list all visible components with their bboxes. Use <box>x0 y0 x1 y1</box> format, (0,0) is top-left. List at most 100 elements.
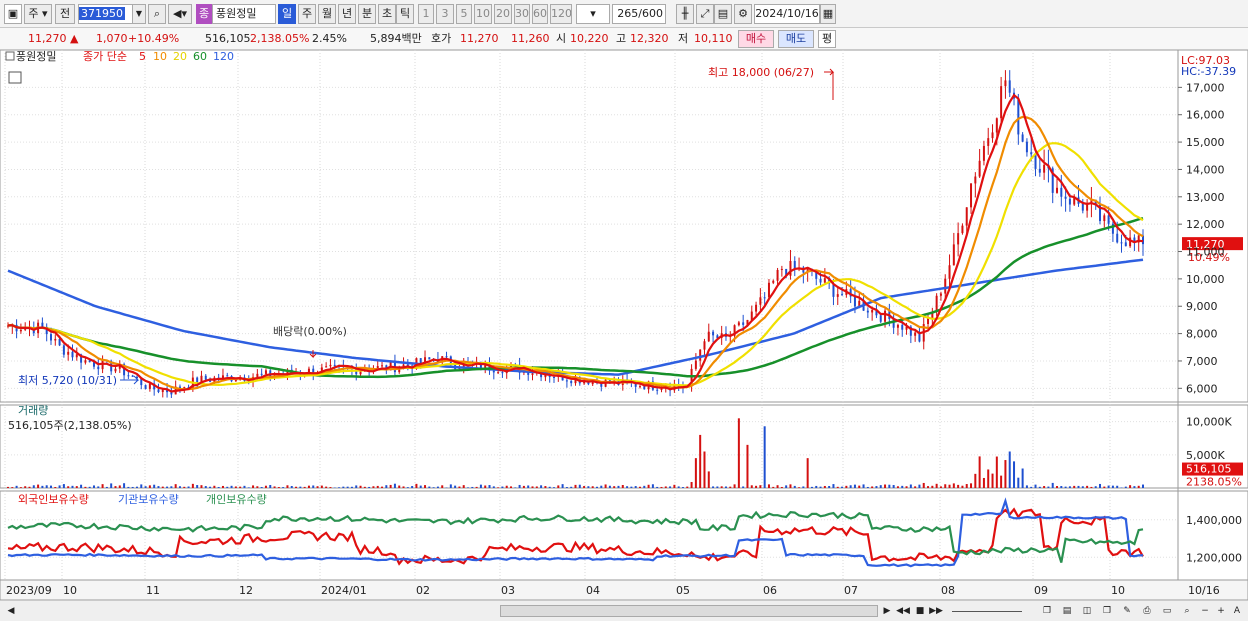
layout-icon[interactable]: ▤ <box>1060 604 1074 618</box>
period-button-0[interactable]: 일 <box>278 4 296 24</box>
volume-bar <box>583 486 586 488</box>
volume-bar <box>492 486 495 488</box>
stop-icon[interactable]: ■ <box>913 604 927 618</box>
plus-icon[interactable]: + <box>1214 604 1228 618</box>
speaker-icon[interactable]: ◀▾ <box>168 4 192 24</box>
volume-bar <box>398 485 401 488</box>
volume-bar <box>217 486 220 488</box>
minute-button-3[interactable]: 10 <box>474 4 492 24</box>
minute-button-6[interactable]: 60 <box>532 4 548 24</box>
minute-button-4[interactable]: 20 <box>494 4 512 24</box>
volume-bar <box>346 486 349 488</box>
scroll-bar[interactable]: ◀ ▶ ◀◀ ■ ▶▶ ❐ ▤ ◫ ❐ ✎ ⎙ ▭ ⌕ − + A <box>0 600 1248 621</box>
candle-body <box>759 297 762 305</box>
forward-icon[interactable]: ▶▶ <box>929 604 943 618</box>
volume-bar <box>1094 486 1097 488</box>
candle-body <box>1043 164 1046 173</box>
prev-button[interactable]: 전 <box>55 4 75 24</box>
volume-bar <box>724 486 727 488</box>
buy-button[interactable]: 매수 <box>738 30 774 48</box>
screen-icon[interactable]: ▭ <box>1160 604 1174 618</box>
candle-body <box>264 370 267 374</box>
window-icon-2[interactable]: ❐ <box>1100 604 1114 618</box>
line-tool-icon[interactable]: ⤢ <box>696 4 714 24</box>
amount: 5,894백만 <box>370 32 422 45</box>
volume-value: 516,105주(2,138.05%) <box>8 419 132 432</box>
volume-bar <box>1043 486 1046 488</box>
split-icon[interactable]: ◫ <box>1080 604 1094 618</box>
volume-bar <box>638 486 641 488</box>
minute-button-5[interactable]: 30 <box>514 4 530 24</box>
gear-icon[interactable]: ⚙ <box>734 4 752 24</box>
scroll-thumb[interactable] <box>500 605 878 617</box>
candle-body <box>995 118 998 133</box>
period-button-6[interactable]: 틱 <box>396 4 414 24</box>
candle-body <box>58 338 61 346</box>
stock-chart[interactable]: 11,27010.49% 516,1052138.05% 2023/09 10 11… <box>0 50 1248 600</box>
scroll-left-icon[interactable]: ◀ <box>4 604 18 618</box>
xtick-label: 2023/09 <box>6 584 52 597</box>
volume-bar <box>183 486 186 488</box>
volume-bar <box>191 483 194 488</box>
price-ytick-label: 6,000 <box>1186 382 1218 395</box>
minute-button-0[interactable]: 1 <box>418 4 434 24</box>
edit-icon[interactable]: ✎ <box>1120 604 1134 618</box>
zoom-icon[interactable]: ⌕ <box>1180 604 1194 618</box>
volume-bar <box>1142 484 1144 488</box>
xtick-label: 06 <box>763 584 777 597</box>
date-input[interactable]: 2024/10/16 <box>754 4 820 24</box>
rewind-icon[interactable]: ◀◀ <box>896 604 910 618</box>
print-icon[interactable]: ⎙ <box>1140 604 1154 618</box>
volume-bar <box>286 485 289 488</box>
minute-button-7[interactable]: 120 <box>550 4 572 24</box>
volume-bar <box>746 444 749 488</box>
candle-body <box>19 329 22 332</box>
candle-body <box>656 389 659 391</box>
price-ytick-label: 17,000 <box>1186 81 1225 94</box>
search-icon[interactable]: ⌕ <box>148 4 166 24</box>
count-input[interactable]: 265/600 <box>612 4 666 24</box>
calendar-icon[interactable]: ▦ <box>820 4 836 24</box>
volume-bar <box>737 418 740 488</box>
period-button-2[interactable]: 월 <box>318 4 336 24</box>
volume-bar <box>892 485 895 488</box>
save-icon[interactable]: ▤ <box>714 4 732 24</box>
volume-bar <box>153 484 156 488</box>
minus-icon[interactable]: − <box>1198 604 1212 618</box>
period-button-3[interactable]: 년 <box>338 4 356 24</box>
period-button-5[interactable]: 초 <box>378 4 396 24</box>
volume-bar <box>355 485 358 488</box>
eval-button[interactable]: 평 <box>818 30 836 48</box>
volume-bar <box>419 485 422 488</box>
window-icon[interactable]: ▣ <box>4 4 22 24</box>
volume-ytick-label: 5,000K <box>1186 449 1225 462</box>
price-ytick-label: 16,000 <box>1186 109 1225 122</box>
period-button-1[interactable]: 주 <box>298 4 316 24</box>
minute-button-2[interactable]: 5 <box>456 4 472 24</box>
table-icon[interactable] <box>8 71 22 84</box>
volume-bar <box>471 486 474 488</box>
volume-bar <box>11 487 14 488</box>
candle-icon[interactable]: ╫ <box>676 4 694 24</box>
zoom-slider[interactable] <box>952 611 1022 612</box>
market-select[interactable]: 주 ▾ <box>24 4 52 24</box>
sell-button[interactable]: 매도 <box>778 30 814 48</box>
legend-box-icon <box>5 51 15 61</box>
volume-bar <box>411 486 414 488</box>
chevron-down-icon[interactable]: ▼ <box>132 4 146 24</box>
volume-bar <box>123 483 126 488</box>
period-button-4[interactable]: 분 <box>358 4 376 24</box>
candle-body <box>965 207 968 226</box>
minute-button-1[interactable]: 3 <box>436 4 454 24</box>
range-select[interactable]: ▾ <box>576 4 610 24</box>
candle-body <box>737 322 740 326</box>
volume-bar <box>15 485 18 488</box>
volume-bar <box>467 487 470 488</box>
price-ytick-label: 11,000 <box>1186 246 1225 259</box>
volume-bar <box>1137 485 1140 488</box>
candle-body <box>694 360 697 369</box>
volume-bar <box>621 485 624 488</box>
scroll-right-icon[interactable]: ▶ <box>880 604 894 618</box>
copy-icon[interactable]: ❐ <box>1040 604 1054 618</box>
font-icon[interactable]: A <box>1230 604 1244 618</box>
